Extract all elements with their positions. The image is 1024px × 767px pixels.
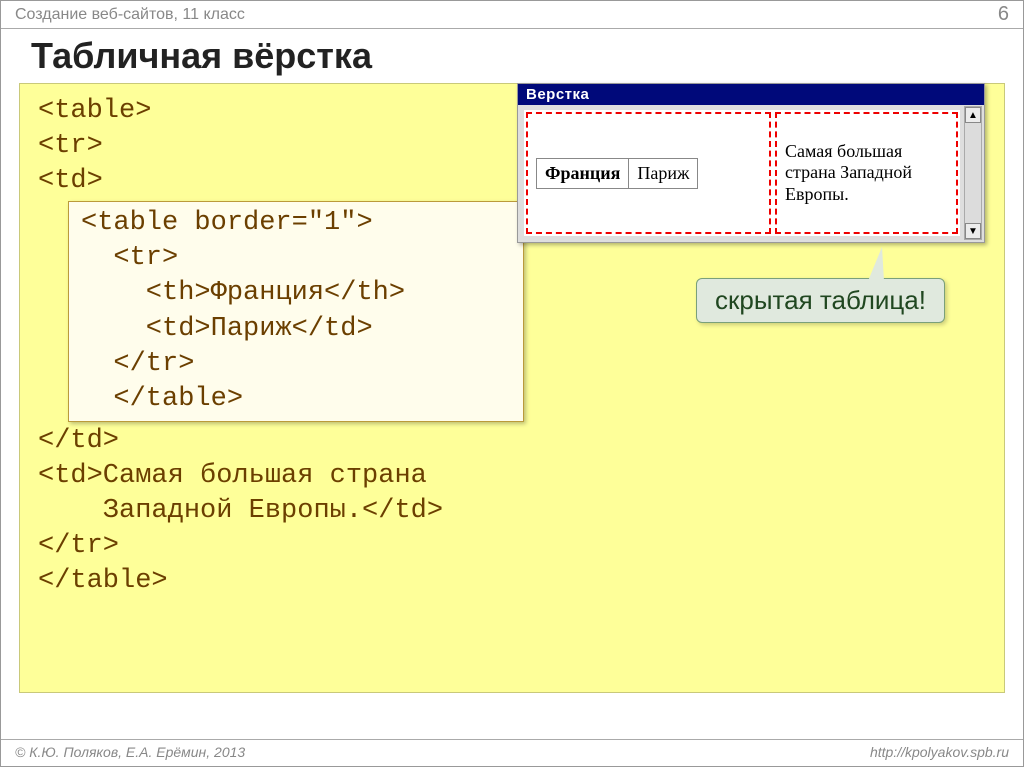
scroll-up-icon[interactable]: ▲	[965, 107, 981, 123]
code-line: Западной Европы.</td>	[38, 494, 986, 529]
code-line: </table>	[81, 382, 511, 417]
inner-preview-table: Франция Париж	[536, 158, 698, 189]
footer-url: http://kpolyakov.spb.ru	[870, 744, 1009, 760]
content-area: <table> <tr> <td> <table border="1"> <tr…	[19, 83, 1005, 703]
browser-preview: Верстка Франция Париж Самая большая стра…	[517, 83, 985, 243]
table-row: Франция Париж	[537, 158, 698, 188]
code-line: </table>	[38, 564, 986, 599]
outer-cell-right: Самая большая страна Западной Европы.	[775, 112, 958, 234]
scrollbar[interactable]: ▲ ▼	[964, 106, 982, 240]
code-line: </tr>	[38, 529, 986, 564]
outer-cell-left: Франция Париж	[526, 112, 771, 234]
preview-description: Самая большая страна Западной Европы.	[785, 141, 948, 206]
topbar: Создание веб-сайтов, 11 класс 6	[1, 1, 1023, 29]
preview-td: Париж	[629, 158, 698, 188]
inner-code-box: <table border="1"> <tr> <th>Франция</th>…	[68, 201, 524, 422]
preview-th: Франция	[537, 158, 629, 188]
code-line: <th>Франция</th>	[81, 276, 511, 311]
page-number: 6	[998, 3, 1009, 26]
slide: Создание веб-сайтов, 11 класс 6 Таблична…	[0, 0, 1024, 767]
code-line: </td>	[38, 424, 986, 459]
preview-body: Франция Париж Самая большая страна Запад…	[524, 110, 960, 236]
scroll-down-icon[interactable]: ▼	[965, 223, 981, 239]
callout-bubble: скрытая таблица!	[696, 278, 945, 323]
footer: © К.Ю. Поляков, Е.А. Ерёмин, 2013 http:/…	[1, 739, 1023, 766]
code-line: <tr>	[81, 241, 511, 276]
footer-copyright: © К.Ю. Поляков, Е.А. Ерёмин, 2013	[15, 744, 245, 760]
code-line: <td>Самая большая страна	[38, 459, 986, 494]
page-title: Табличная вёрстка	[1, 29, 1023, 83]
code-line: <table border="1">	[81, 206, 511, 241]
code-line: <td>Париж</td>	[81, 312, 511, 347]
course-label: Создание веб-сайтов, 11 класс	[15, 6, 245, 24]
preview-titlebar: Верстка	[518, 84, 984, 105]
code-line: </tr>	[81, 347, 511, 382]
